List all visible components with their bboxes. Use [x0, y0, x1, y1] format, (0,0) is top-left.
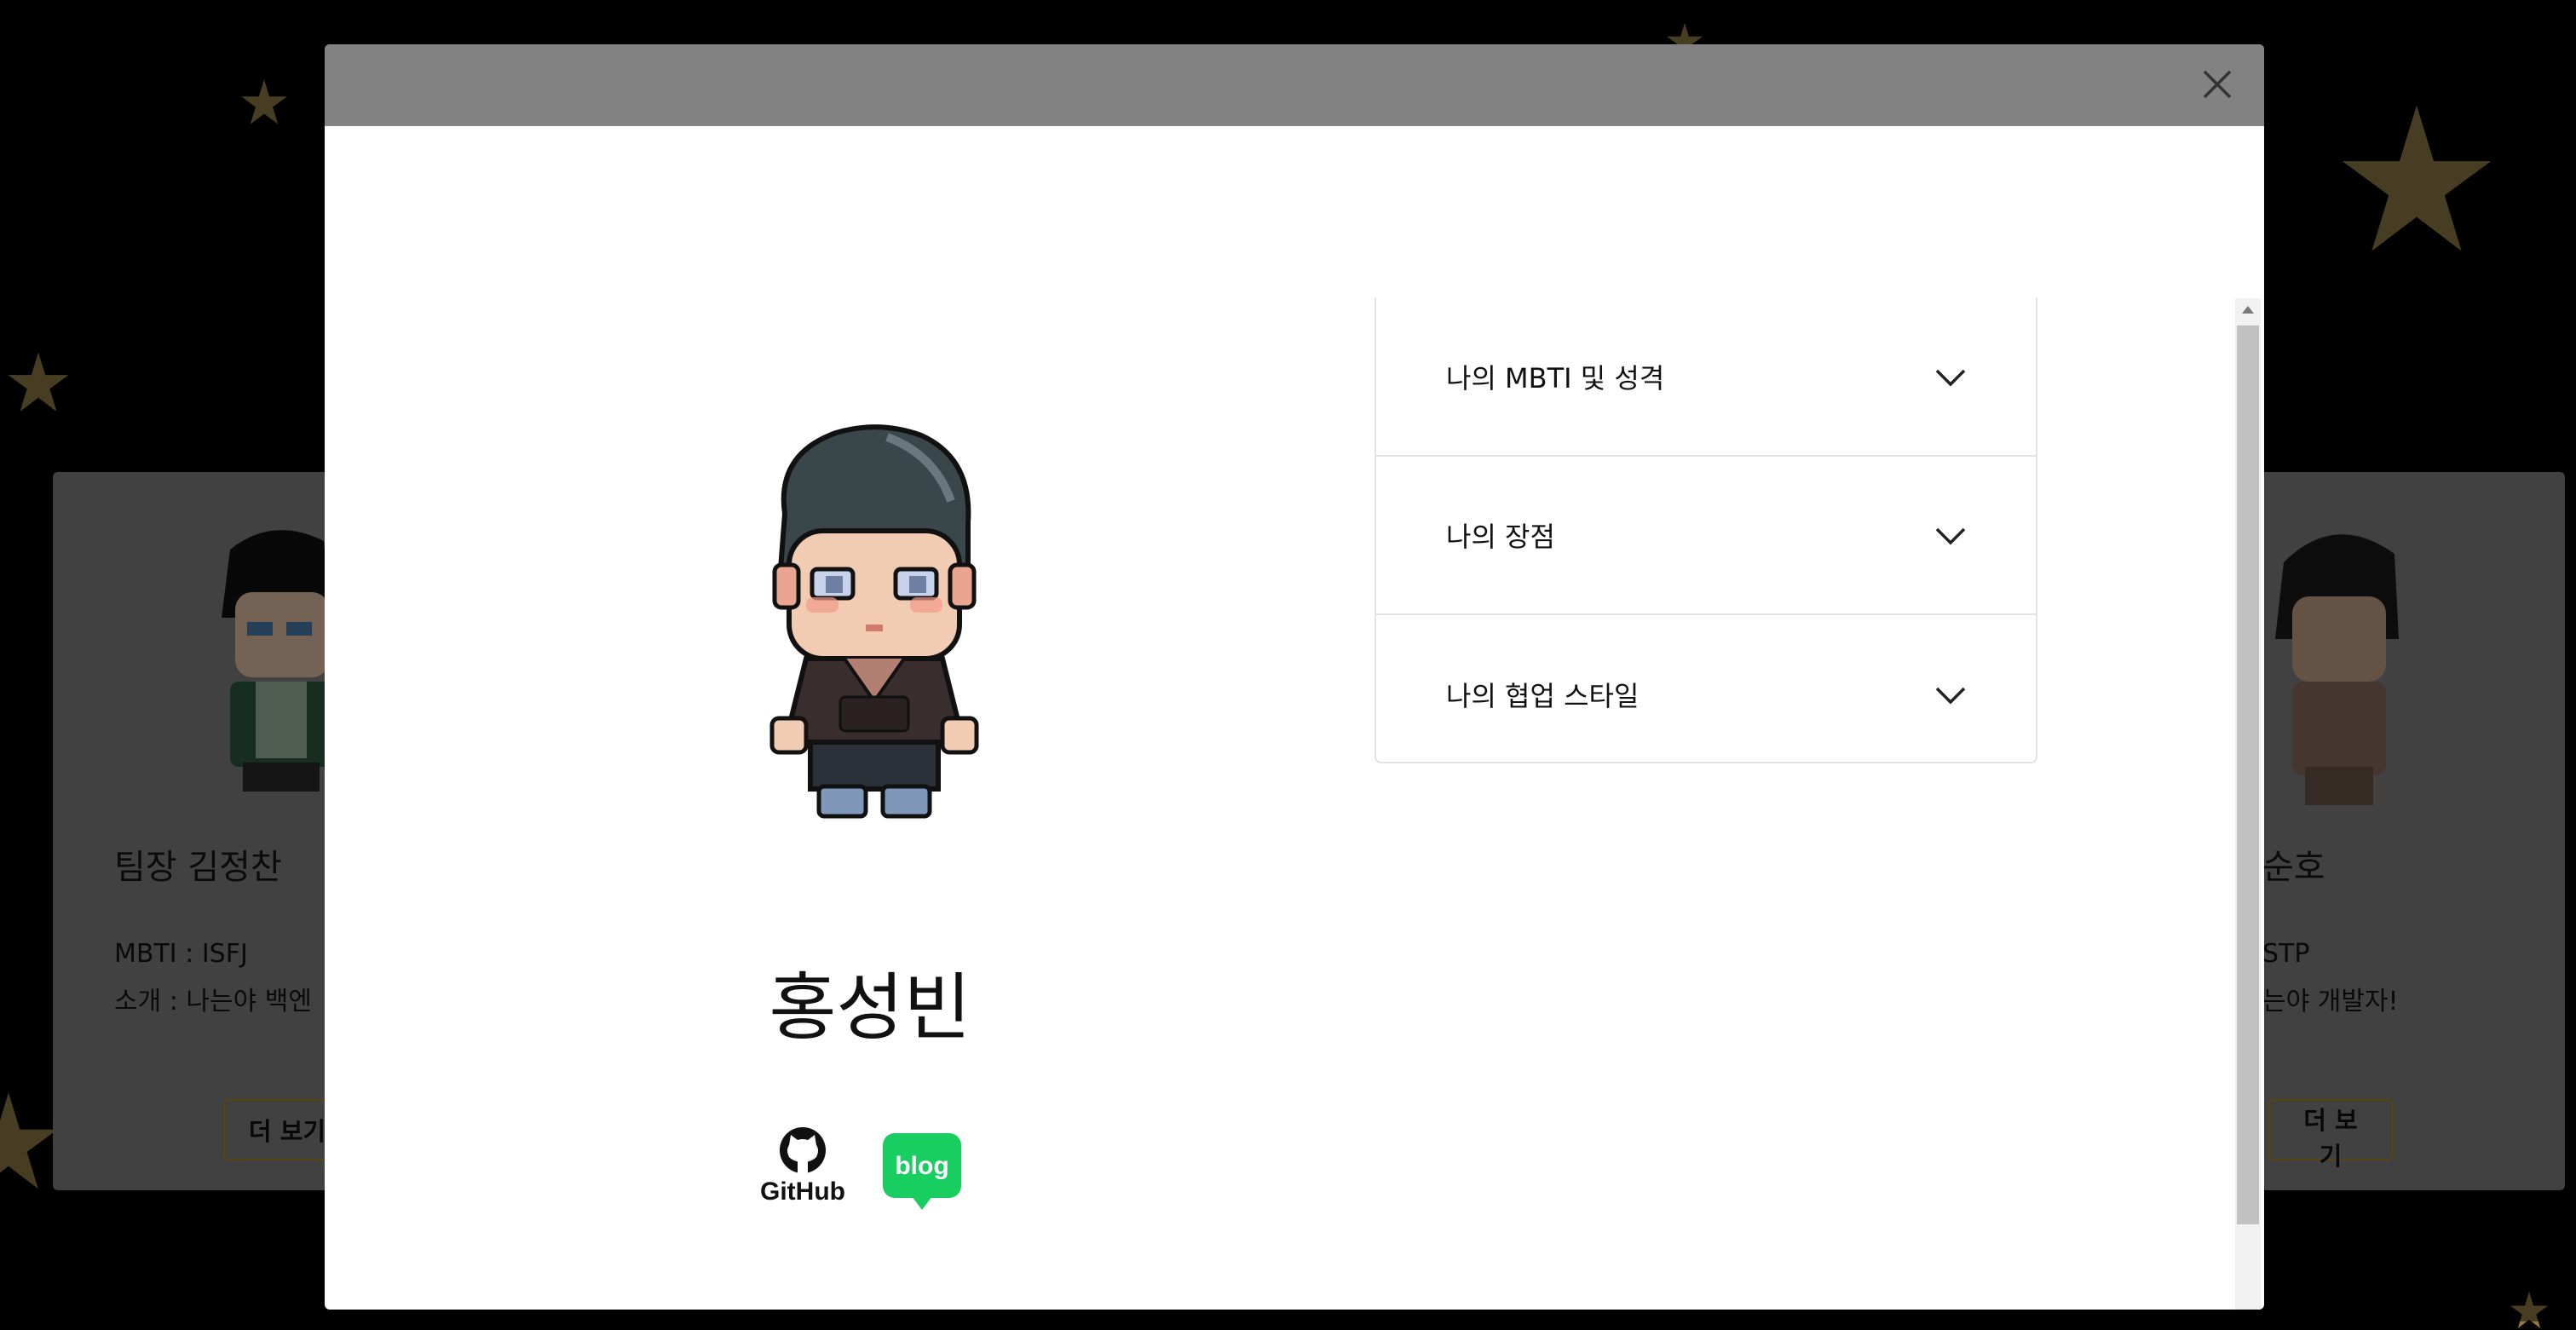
modal-header [325, 44, 2264, 126]
scrollbar-thumb[interactable] [2237, 325, 2259, 1224]
profile-name: 홍성빈 [769, 965, 971, 1051]
accordion-item-mbti[interactable]: 나의 MBTI 및 성격 [1376, 298, 2036, 457]
close-icon [2196, 70, 2239, 108]
info-accordion: 나의 MBTI 및 성격 나의 장점 나의 협업 스타일 [1374, 298, 2037, 763]
profile-avatar [759, 420, 981, 820]
blog-link[interactable]: blog [883, 1133, 961, 1212]
accordion-item-collaboration[interactable]: 나의 협업 스타일 [1376, 615, 2036, 762]
scroll-up-arrow-icon[interactable] [2235, 298, 2261, 324]
github-label: GitHub [760, 1177, 845, 1205]
chevron-down-icon [1933, 682, 1968, 707]
accordion-item-strengths[interactable]: 나의 장점 [1376, 457, 2036, 615]
chevron-down-icon [1933, 364, 1968, 389]
chevron-down-icon [1933, 522, 1968, 548]
close-button[interactable] [2196, 63, 2239, 106]
github-link[interactable]: GitHub [760, 1126, 845, 1206]
profile-modal: 홍성빈 GitHub blog 나의 MBTI 및 성격 나의 장점 나의 협업… [325, 44, 2264, 1310]
accordion-title: 나의 장점 [1446, 521, 1555, 553]
accordion-title: 나의 MBTI 및 성격 [1446, 362, 1665, 394]
blog-label: blog [895, 1152, 948, 1180]
accordion-title: 나의 협업 스타일 [1446, 680, 1640, 712]
